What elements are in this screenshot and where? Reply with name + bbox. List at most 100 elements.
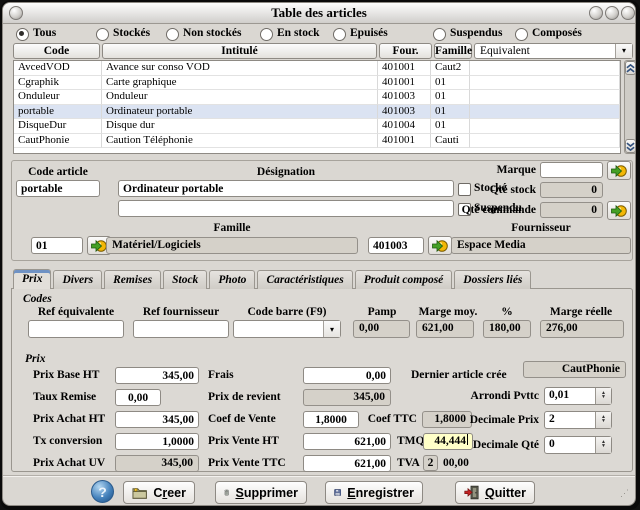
table-row[interactable]: Onduleur Onduleur 401003 01 bbox=[14, 90, 620, 105]
ref-fournisseur-input[interactable] bbox=[133, 320, 229, 338]
marge-moy-value: 621,00 bbox=[416, 320, 474, 338]
chevron-down-icon[interactable]: ▾ bbox=[323, 321, 340, 337]
prix-achat-ht-label: Prix Achat HT bbox=[33, 413, 106, 425]
tab-stock[interactable]: Stock bbox=[163, 270, 208, 289]
taux-remise-input[interactable] bbox=[115, 389, 161, 406]
chevron-down-icon[interactable]: ▾ bbox=[615, 44, 632, 58]
radio-suspendus-label: Suspendus bbox=[450, 27, 503, 39]
column-header-famille[interactable]: Famille bbox=[434, 43, 472, 59]
titlebar[interactable]: Table des articles bbox=[3, 3, 635, 24]
radio-stockes[interactable] bbox=[96, 28, 109, 41]
help-button[interactable]: ? bbox=[91, 480, 114, 503]
column-header-four[interactable]: Four. bbox=[379, 43, 432, 59]
cell-four: 401001 bbox=[378, 75, 431, 90]
quitter-button[interactable]: Quitter bbox=[455, 481, 535, 504]
resize-grip[interactable]: ⋰ bbox=[620, 489, 630, 499]
tva-label: TVA bbox=[397, 457, 420, 469]
maximize-button[interactable] bbox=[605, 6, 619, 20]
marque-lookup-button[interactable] bbox=[607, 161, 631, 180]
prix-achat-ht-input[interactable] bbox=[115, 411, 199, 428]
tab-dossiers-lies[interactable]: Dossiers liés bbox=[454, 270, 532, 289]
radio-suspendus[interactable] bbox=[433, 28, 446, 41]
fournisseur-code-input[interactable] bbox=[368, 237, 424, 254]
column-header-code[interactable]: Code bbox=[13, 43, 100, 59]
cell-intitule: Caution Téléphonie bbox=[102, 133, 378, 148]
help-label: ? bbox=[98, 484, 107, 500]
decimale-qte-spinner[interactable]: 0 ▲ ▼ bbox=[544, 436, 612, 454]
scrollbar-track[interactable] bbox=[624, 60, 635, 154]
radio-tous[interactable] bbox=[16, 28, 29, 41]
radio-non-stockes[interactable] bbox=[166, 28, 179, 41]
prix-de-revient-value: 345,00 bbox=[303, 389, 391, 406]
tx-conversion-input[interactable] bbox=[115, 433, 199, 450]
code-barre-combobox[interactable]: ▾ bbox=[233, 320, 341, 338]
cell-code: DisqueDur bbox=[14, 119, 102, 134]
prix-vente-ttc-input[interactable] bbox=[303, 455, 391, 472]
column-header-intitule[interactable]: Intitulé bbox=[102, 43, 377, 59]
coef-de-vente-input[interactable] bbox=[303, 411, 359, 428]
cell-code: portable bbox=[14, 104, 102, 119]
cell-equivalent bbox=[470, 133, 620, 148]
ref-equivalente-input[interactable] bbox=[28, 320, 124, 338]
double-chevron-up-icon bbox=[626, 63, 635, 72]
tab-photo[interactable]: Photo bbox=[209, 270, 256, 289]
table-row[interactable]: AvcedVOD Avance sur conso VOD 401001 Cau… bbox=[14, 61, 620, 76]
enregistrer-button[interactable]: Enregistrer bbox=[325, 481, 423, 504]
tab-prix[interactable]: Prix bbox=[13, 269, 52, 289]
cell-intitule: Onduleur bbox=[102, 90, 378, 105]
minimize-button[interactable] bbox=[589, 6, 603, 20]
close-button[interactable] bbox=[621, 6, 635, 20]
radio-composes[interactable] bbox=[515, 28, 528, 41]
decimale-qte-label: Decimale Qté bbox=[472, 439, 539, 451]
spinner-up-down-icon[interactable]: ▲ ▼ bbox=[595, 388, 611, 404]
app-window: Table des articles Tous Stockés Non stoc… bbox=[2, 2, 636, 506]
window-title: Table des articles bbox=[271, 5, 367, 20]
tab-divers[interactable]: Divers bbox=[53, 270, 103, 289]
prix-base-ht-input[interactable] bbox=[115, 367, 199, 384]
column-header-equivalent-combobox[interactable]: Equivalent ▾ bbox=[474, 43, 633, 59]
table-row-selected[interactable]: portable Ordinateur portable 401003 01 bbox=[14, 104, 620, 119]
ref-fournisseur-label: Ref fournisseur bbox=[142, 306, 220, 318]
arrondi-pvttc-spinner[interactable]: 0,01 ▲ ▼ bbox=[544, 387, 612, 405]
tab-caracteristiques[interactable]: Caractéristiques bbox=[257, 270, 353, 289]
cell-equivalent bbox=[470, 104, 620, 119]
designation-input[interactable] bbox=[118, 180, 454, 197]
radio-epuises[interactable] bbox=[333, 28, 346, 41]
qte-commande-value: 0 bbox=[540, 202, 603, 218]
lookup-icon bbox=[611, 164, 627, 177]
cell-code: CautPhonie bbox=[14, 133, 102, 148]
scroll-down-button[interactable] bbox=[625, 139, 635, 153]
marge-moy-label: Marge moy. bbox=[418, 306, 478, 318]
table-row[interactable]: DisqueDur Disque dur 401004 01 bbox=[14, 119, 620, 134]
fournisseur-lookup-button[interactable] bbox=[428, 236, 452, 255]
code-barre-label: Code barre (F9) bbox=[247, 306, 327, 318]
qte-commande-lookup-button[interactable] bbox=[607, 201, 631, 220]
decimale-prix-spinner[interactable]: 2 ▲ ▼ bbox=[544, 411, 612, 429]
qte-stock-value: 0 bbox=[540, 182, 603, 198]
scroll-up-button[interactable] bbox=[625, 61, 635, 75]
supprimer-button[interactable]: Supprimer bbox=[215, 481, 307, 504]
creer-button[interactable]: Creer bbox=[123, 481, 195, 504]
supprimer-label: Supprimer bbox=[235, 485, 298, 500]
spinner-up-down-icon[interactable]: ▲ ▼ bbox=[595, 437, 611, 453]
quitter-label: Quitter bbox=[485, 485, 526, 500]
lookup-icon bbox=[611, 204, 627, 217]
spinner-up-down-icon[interactable]: ▲ ▼ bbox=[595, 412, 611, 428]
radio-en-stock[interactable] bbox=[260, 28, 273, 41]
table-row[interactable]: CautPhonie Caution Téléphonie 401001 Cau… bbox=[14, 133, 620, 148]
cell-code: AvcedVOD bbox=[14, 61, 102, 76]
frais-input[interactable] bbox=[303, 367, 391, 384]
designation2-input[interactable] bbox=[118, 200, 454, 217]
tab-produit-compose[interactable]: Produit composé bbox=[354, 270, 453, 289]
famille-code-input[interactable] bbox=[31, 237, 83, 254]
marque-input[interactable] bbox=[540, 162, 603, 178]
code-article-input[interactable] bbox=[16, 180, 100, 197]
tab-remises[interactable]: Remises bbox=[104, 270, 162, 289]
trash-icon bbox=[224, 489, 230, 496]
prix-vente-ht-input[interactable] bbox=[303, 433, 391, 450]
radio-composes-label: Composés bbox=[532, 27, 582, 39]
table-row[interactable]: Cgraphik Carte graphique 401001 01 bbox=[14, 75, 620, 90]
prix-achat-uv-value: 345,00 bbox=[115, 455, 199, 472]
cell-famille: Caut2 bbox=[431, 61, 470, 76]
tva-code-box[interactable]: 2 bbox=[423, 455, 438, 471]
